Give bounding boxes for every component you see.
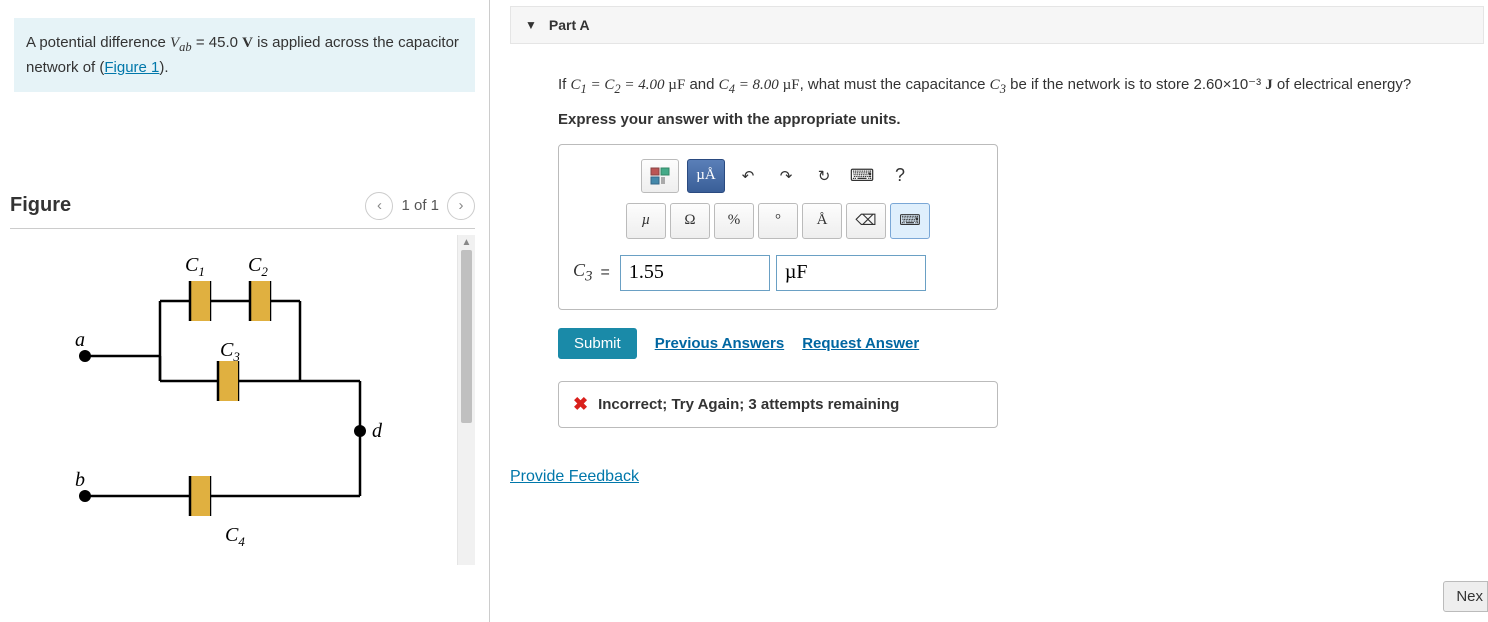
svg-text:b: b [75, 469, 85, 491]
svg-text:C4: C4 [225, 524, 245, 549]
templates-button[interactable] [641, 159, 679, 193]
problem-pre: A potential difference [26, 34, 170, 51]
svg-text:d: d [372, 420, 383, 442]
answer-instruction: Express your answer with the appropriate… [558, 111, 1468, 128]
feedback-message: Incorrect; Try Again; 3 attempts remaini… [598, 396, 899, 413]
svg-text:C2: C2 [248, 254, 268, 279]
answer-line: C3 = [573, 255, 983, 291]
units-button[interactable]: µÅ [687, 159, 725, 193]
previous-answers-link[interactable]: Previous Answers [655, 335, 785, 352]
help-button[interactable]: ? [885, 159, 915, 193]
var-V: Vab [170, 35, 192, 51]
caret-down-icon: ▼ [525, 18, 537, 32]
reset-button[interactable]: ↻ [809, 159, 839, 193]
submit-button[interactable]: Submit [558, 328, 637, 359]
answer-value-input[interactable] [620, 255, 770, 291]
keyboard2-button[interactable]: ⌨ [890, 203, 930, 239]
problem-statement: A potential difference Vab = 45.0 V is a… [14, 18, 475, 92]
figure-title: Figure [10, 194, 71, 217]
svg-text:a: a [75, 329, 85, 351]
answer-box: µÅ ↶ ↷ ↻ ⌨ ? µ Ω % ° Å ⌫ ⌨ C3 = [558, 144, 998, 310]
redo-button[interactable]: ↷ [771, 159, 801, 193]
part-label: Part A [549, 17, 590, 33]
circuit-diagram: a b d C1 C2 C3 C4 [10, 235, 457, 565]
answer-var-label: C3 [573, 260, 593, 286]
backspace-button[interactable]: ⌫ [846, 203, 886, 239]
left-panel: A potential difference Vab = 45.0 V is a… [0, 0, 490, 622]
svg-text:C1: C1 [185, 254, 205, 279]
next-button[interactable]: Nex [1443, 581, 1488, 612]
v-value: = 45.0 [192, 34, 242, 51]
scroll-thumb[interactable] [461, 250, 472, 423]
percent-button[interactable]: % [714, 203, 754, 239]
toolbar-row-2: µ Ω % ° Å ⌫ ⌨ [573, 203, 983, 239]
question-text: If C1 = C2 = 4.00 µF and C4 = 8.00 µF, w… [558, 74, 1458, 99]
pager-prev-button[interactable]: ‹ [365, 192, 393, 220]
figure-link[interactable]: Figure 1 [104, 59, 159, 76]
provide-feedback-link[interactable]: Provide Feedback [510, 468, 1488, 486]
scroll-up-icon: ▲ [462, 235, 472, 250]
incorrect-icon: ✖ [573, 394, 588, 415]
right-panel: ▼ Part A If C1 = C2 = 4.00 µF and C4 = 8… [490, 0, 1488, 622]
figure-scrollbar[interactable]: ▲ [457, 235, 475, 565]
pager-text: 1 of 1 [401, 197, 439, 214]
figure-header: Figure ‹ 1 of 1 › [10, 192, 475, 220]
pager-next-button[interactable]: › [447, 192, 475, 220]
problem-close: ). [159, 59, 168, 76]
mu-button[interactable]: µ [626, 203, 666, 239]
keyboard-icon[interactable]: ⌨ [847, 159, 877, 193]
angstrom-button[interactable]: Å [802, 203, 842, 239]
figure-area: a b d C1 C2 C3 C4 ▲ [10, 235, 475, 565]
v-unit: V [242, 35, 253, 51]
answer-unit-input[interactable] [776, 255, 926, 291]
part-header[interactable]: ▼ Part A [510, 6, 1484, 44]
request-answer-link[interactable]: Request Answer [802, 335, 919, 352]
figure-pager: ‹ 1 of 1 › [365, 192, 475, 220]
feedback-box: ✖ Incorrect; Try Again; 3 attempts remai… [558, 381, 998, 428]
svg-text:C3: C3 [220, 339, 240, 364]
undo-button[interactable]: ↶ [733, 159, 763, 193]
action-row: Submit Previous Answers Request Answer [558, 328, 1468, 359]
equals-sign: = [601, 264, 610, 282]
toolbar-row-1: µÅ ↶ ↷ ↻ ⌨ ? [573, 159, 983, 193]
degree-button[interactable]: ° [758, 203, 798, 239]
omega-button[interactable]: Ω [670, 203, 710, 239]
figure-divider [10, 228, 475, 229]
